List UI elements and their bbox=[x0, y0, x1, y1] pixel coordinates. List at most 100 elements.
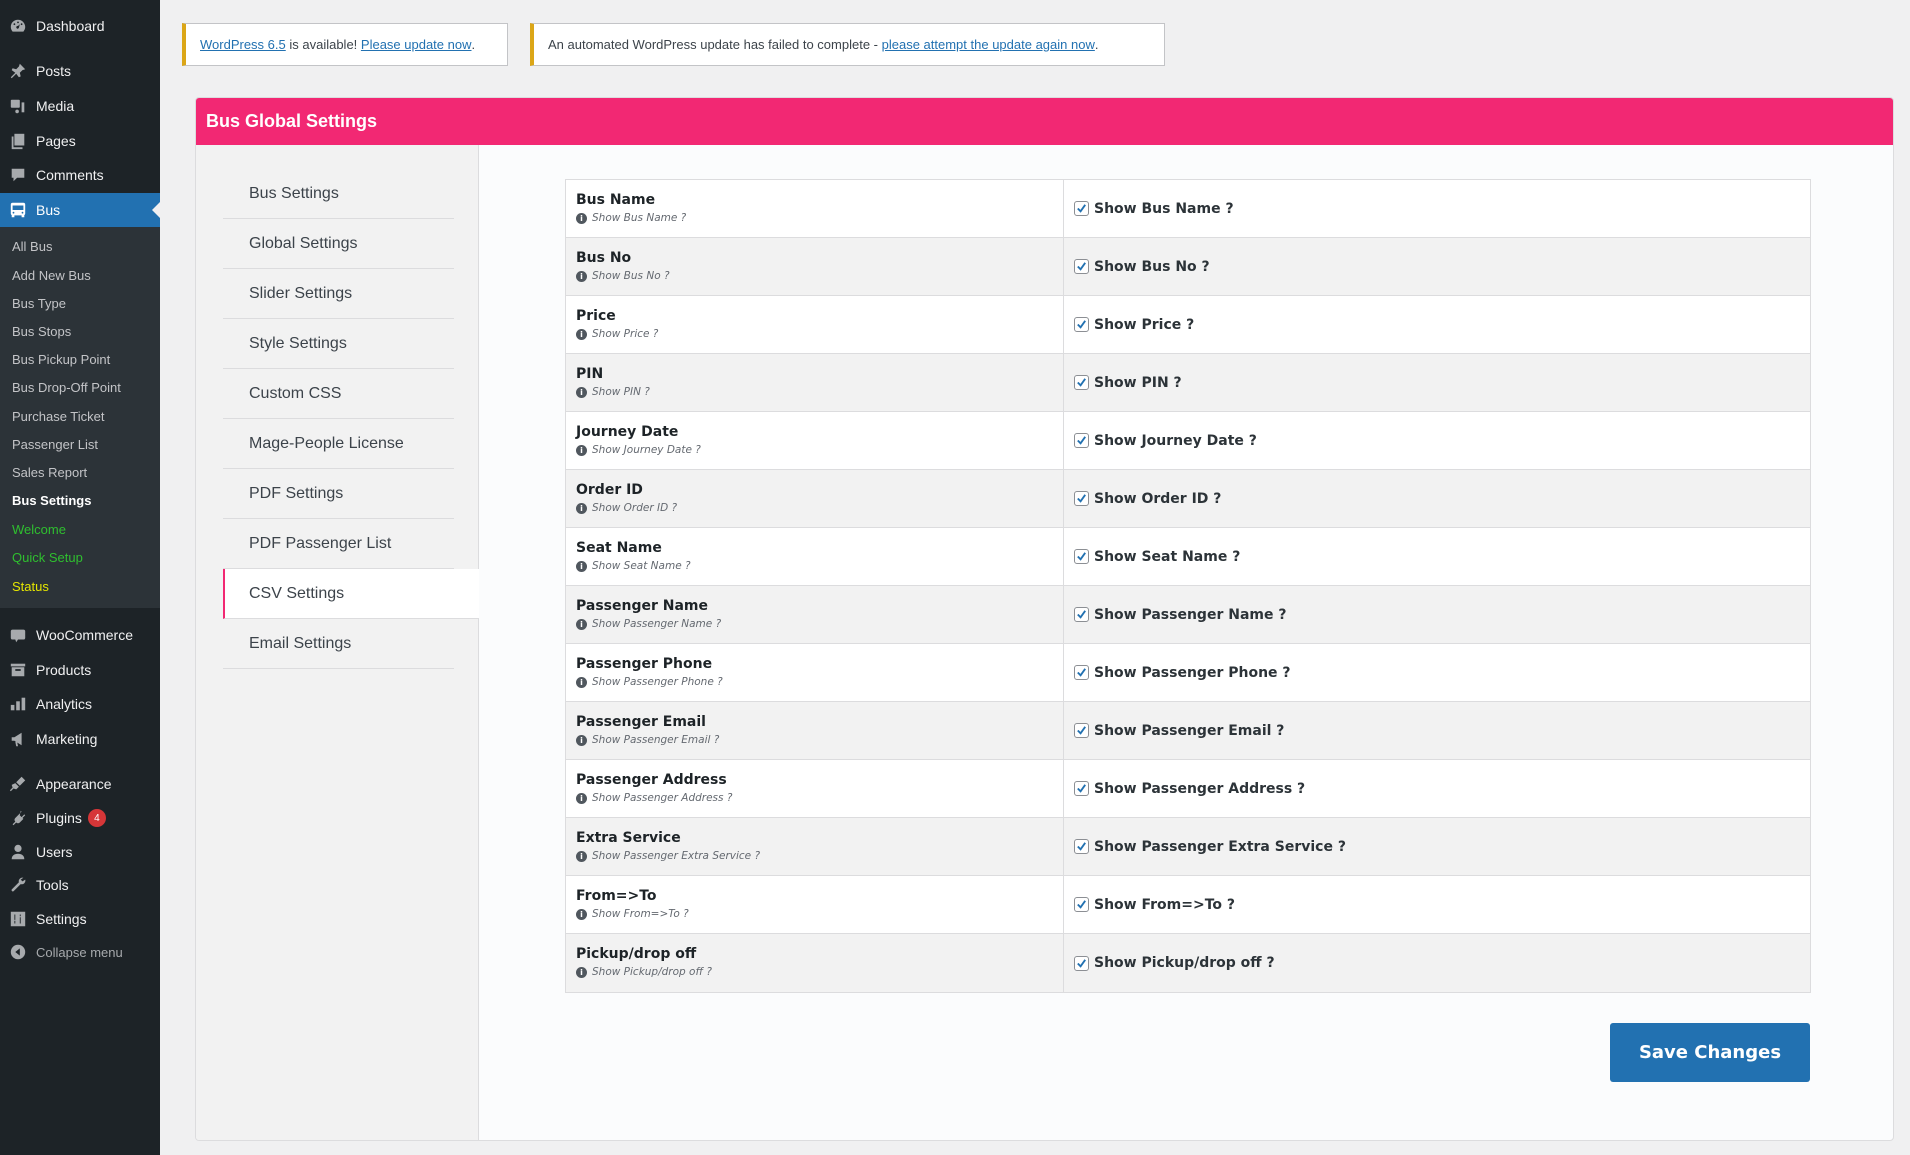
checkbox-label[interactable]: Show Seat Name ? bbox=[1094, 549, 1240, 565]
show-checkbox[interactable] bbox=[1074, 433, 1089, 448]
tab-mage-people-license[interactable]: Mage-People License bbox=[223, 419, 454, 469]
menu-analytics[interactable]: Analytics bbox=[0, 687, 160, 721]
show-checkbox[interactable] bbox=[1074, 491, 1089, 506]
row-label-cell: Pickup/drop off i Show Pickup/drop off ? bbox=[566, 934, 1064, 992]
save-changes-button[interactable]: Save Changes bbox=[1610, 1023, 1810, 1082]
checkbox-label[interactable]: Show Passenger Address ? bbox=[1094, 781, 1305, 797]
menu-label: Users bbox=[36, 844, 73, 860]
checkbox-label[interactable]: Show Bus No ? bbox=[1094, 259, 1210, 275]
menu-pages[interactable]: Pages bbox=[0, 124, 160, 158]
submenu-bus-pickup-point[interactable]: Bus Pickup Point bbox=[12, 352, 110, 367]
tab-csv-settings[interactable]: CSV Settings bbox=[223, 569, 479, 619]
csv-settings-table: Bus Name i Show Bus Name ? Show Bus Name ? B… bbox=[565, 179, 1811, 993]
menu-marketing[interactable]: Marketing bbox=[0, 722, 160, 756]
settings-row: Bus Name i Show Bus Name ? Show Bus Name ? bbox=[566, 180, 1810, 238]
checkbox-label[interactable]: Show Passenger Extra Service ? bbox=[1094, 839, 1346, 855]
show-checkbox[interactable] bbox=[1074, 317, 1089, 332]
show-checkbox[interactable] bbox=[1074, 549, 1089, 564]
row-label-cell: Seat Name i Show Seat Name ? bbox=[566, 528, 1064, 585]
checkbox-label[interactable]: Show Price ? bbox=[1094, 317, 1194, 333]
menu-dashboard[interactable]: Dashboard bbox=[0, 9, 160, 43]
menu-users[interactable]: Users bbox=[0, 835, 160, 869]
row-title: Seat Name bbox=[576, 540, 662, 556]
tab-bus-settings[interactable]: Bus Settings bbox=[223, 169, 454, 219]
menu-products[interactable]: Products bbox=[0, 653, 160, 687]
wordpress-version-link[interactable]: WordPress 6.5 bbox=[200, 37, 286, 52]
menu-comments[interactable]: Comments bbox=[0, 158, 160, 192]
checkbox-label[interactable]: Show Bus Name ? bbox=[1094, 201, 1234, 217]
row-input-cell: Show Passenger Email ? bbox=[1064, 702, 1810, 759]
menu-bus[interactable]: Bus bbox=[0, 193, 160, 227]
tab-email-settings[interactable]: Email Settings bbox=[223, 619, 454, 669]
info-icon: i bbox=[576, 850, 587, 862]
row-hint-text: Show PIN ? bbox=[592, 386, 650, 398]
checkmark-icon bbox=[1077, 842, 1086, 851]
checkbox-label[interactable]: Show Passenger Email ? bbox=[1094, 723, 1284, 739]
row-title: Passenger Name bbox=[576, 598, 709, 614]
collapse-menu-button[interactable]: Collapse menu bbox=[0, 935, 160, 969]
show-checkbox[interactable] bbox=[1074, 607, 1089, 622]
show-checkbox[interactable] bbox=[1074, 897, 1089, 912]
submenu-bus-drop-off-point[interactable]: Bus Drop-Off Point bbox=[12, 380, 121, 395]
menu-settings[interactable]: Settings bbox=[0, 902, 160, 936]
row-hint-text: Show From=>To ? bbox=[592, 908, 689, 920]
show-checkbox[interactable] bbox=[1074, 375, 1089, 390]
menu-label: Comments bbox=[36, 167, 104, 183]
row-hint-text: Show Seat Name ? bbox=[592, 560, 691, 572]
row-title: Bus Name bbox=[576, 192, 656, 208]
show-checkbox[interactable] bbox=[1074, 781, 1089, 796]
menu-plugins[interactable]: Plugins 4 bbox=[0, 801, 160, 835]
retry-update-link[interactable]: please attempt the update again now bbox=[882, 37, 1095, 52]
tab-pdf-passenger-list[interactable]: PDF Passenger List bbox=[223, 519, 454, 569]
row-hint-text: Show Price ? bbox=[592, 328, 659, 340]
submenu-status[interactable]: Status bbox=[12, 579, 49, 594]
checkbox-label[interactable]: Show Passenger Name ? bbox=[1094, 607, 1286, 623]
tab-custom-css[interactable]: Custom CSS bbox=[223, 369, 454, 419]
row-input-cell: Show Bus No ? bbox=[1064, 238, 1810, 295]
checkbox-label[interactable]: Show From=>To ? bbox=[1094, 897, 1235, 913]
tab-global-settings[interactable]: Global Settings bbox=[223, 219, 454, 269]
checkbox-label[interactable]: Show PIN ? bbox=[1094, 375, 1182, 391]
submenu-all-bus[interactable]: All Bus bbox=[12, 239, 52, 254]
row-title: Bus No bbox=[576, 250, 632, 266]
tab-style-settings[interactable]: Style Settings bbox=[223, 319, 454, 369]
show-checkbox[interactable] bbox=[1074, 665, 1089, 680]
submenu-quick-setup[interactable]: Quick Setup bbox=[12, 550, 83, 565]
notice-period: . bbox=[471, 37, 476, 52]
row-hint: i Show Passenger Phone ? bbox=[576, 676, 1063, 688]
menu-media[interactable]: Media bbox=[0, 89, 160, 123]
show-checkbox[interactable] bbox=[1074, 201, 1089, 216]
row-hint: i Show Journey Date ? bbox=[576, 444, 1063, 456]
checkbox-label[interactable]: Show Journey Date ? bbox=[1094, 433, 1257, 449]
show-checkbox[interactable] bbox=[1074, 723, 1089, 738]
row-title: Passenger Phone bbox=[576, 656, 713, 672]
submenu-passenger-list[interactable]: Passenger List bbox=[12, 437, 98, 452]
menu-tools[interactable]: Tools bbox=[0, 868, 160, 902]
submenu-welcome[interactable]: Welcome bbox=[12, 522, 66, 537]
settings-tabs: Bus Settings Global Settings Slider Sett… bbox=[196, 145, 479, 1140]
settings-row: Price i Show Price ? Show Price ? bbox=[566, 296, 1810, 354]
checkbox-label[interactable]: Show Order ID ? bbox=[1094, 491, 1221, 507]
show-checkbox[interactable] bbox=[1074, 259, 1089, 274]
checkbox-label[interactable]: Show Passenger Phone ? bbox=[1094, 665, 1291, 681]
show-checkbox[interactable] bbox=[1074, 955, 1089, 971]
submenu-bus-type[interactable]: Bus Type bbox=[12, 296, 66, 311]
submenu-purchase-ticket[interactable]: Purchase Ticket bbox=[12, 409, 105, 424]
submenu-add-new-bus[interactable]: Add New Bus bbox=[12, 268, 91, 283]
megaphone-icon bbox=[0, 730, 36, 748]
submenu-bus-stops[interactable]: Bus Stops bbox=[12, 324, 71, 339]
menu-posts[interactable]: Posts bbox=[0, 54, 160, 88]
tab-slider-settings[interactable]: Slider Settings bbox=[223, 269, 454, 319]
show-checkbox[interactable] bbox=[1074, 839, 1089, 854]
checkbox-label[interactable]: Show Pickup/drop off ? bbox=[1094, 955, 1275, 971]
submenu-bus-settings[interactable]: Bus Settings bbox=[12, 493, 91, 508]
checkmark-icon bbox=[1077, 378, 1086, 387]
menu-woocommerce[interactable]: WooCommerce bbox=[0, 618, 160, 652]
tab-pdf-settings[interactable]: PDF Settings bbox=[223, 469, 454, 519]
update-now-link[interactable]: Please update now bbox=[361, 37, 472, 52]
checkmark-icon bbox=[1077, 726, 1086, 735]
submenu-sales-report[interactable]: Sales Report bbox=[12, 465, 87, 480]
settings-row: Order ID i Show Order ID ? Show Order ID ? bbox=[566, 470, 1810, 528]
info-icon: i bbox=[576, 734, 587, 746]
menu-appearance[interactable]: Appearance bbox=[0, 767, 160, 801]
